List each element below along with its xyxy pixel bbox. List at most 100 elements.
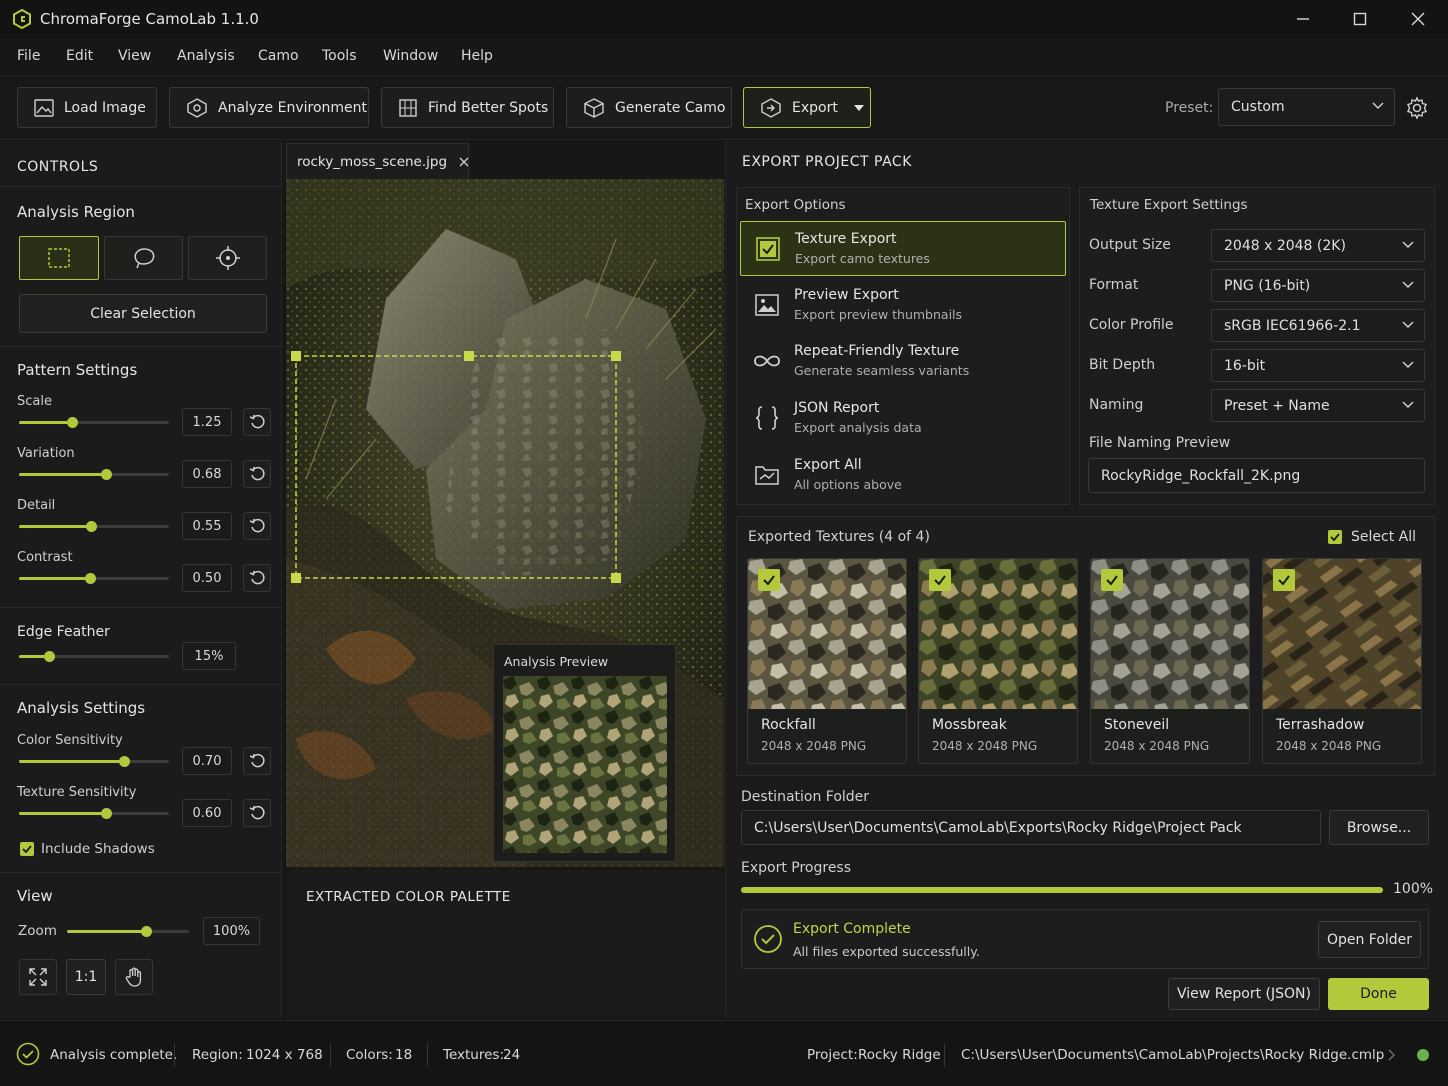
detail-value[interactable]: 0.55 <box>182 512 232 540</box>
texture-name: Mossbreak <box>932 717 1007 733</box>
texture-sensitivity-slider[interactable] <box>19 808 169 819</box>
option-subtitle: All options above <box>794 477 902 492</box>
contrast-slider[interactable] <box>19 573 169 584</box>
menu-camo[interactable]: Camo <box>258 48 299 64</box>
option-export-all[interactable]: Export All All options above <box>740 447 1066 502</box>
detail-slider[interactable] <box>19 521 169 532</box>
load-image-label: Load Image <box>64 99 146 116</box>
menu-view[interactable]: View <box>118 48 151 64</box>
texture-card-stoneveil[interactable]: Stoneveil 2048 x 2048 PNG <box>1090 558 1250 764</box>
menu-tools[interactable]: Tools <box>322 48 357 64</box>
pan-tool-button[interactable] <box>115 959 153 995</box>
image-tab[interactable]: rocky_moss_scene.jpg <box>286 143 469 179</box>
menu-analysis[interactable]: Analysis <box>177 48 235 64</box>
texture-size: 2048 x 2048 PNG <box>932 739 1038 753</box>
color-sensitivity-value[interactable]: 0.70 <box>182 747 232 775</box>
destination-path-field[interactable]: C:\Users\User\Documents\CamoLab\Exports\… <box>741 810 1321 845</box>
hand-icon <box>125 967 143 987</box>
status-textures-label: Textures: <box>443 1047 505 1063</box>
edge-feather-slider[interactable] <box>19 651 169 662</box>
lasso-select-tool[interactable] <box>104 236 183 280</box>
menu-bar: File Edit View Analysis Camo Tools Windo… <box>0 38 1448 76</box>
variation-slider[interactable] <box>19 469 169 480</box>
browse-button[interactable]: Browse... <box>1329 810 1429 845</box>
reset-icon <box>249 518 265 534</box>
rect-select-tool[interactable] <box>19 236 99 280</box>
open-folder-button[interactable]: Open Folder <box>1318 921 1421 958</box>
color-sensitivity-reset-button[interactable] <box>243 747 271 775</box>
view-report-button[interactable]: View Report (JSON) <box>1168 978 1320 1010</box>
texture-checkbox[interactable] <box>929 569 951 591</box>
variation-slider-knob[interactable] <box>101 469 112 480</box>
scale-value[interactable]: 1.25 <box>182 408 232 436</box>
menu-help[interactable]: Help <box>461 48 493 64</box>
clear-selection-button[interactable]: Clear Selection <box>19 294 267 333</box>
done-button[interactable]: Done <box>1328 978 1429 1010</box>
close-button[interactable] <box>1398 6 1438 32</box>
chevron-right-icon[interactable] <box>1388 1049 1396 1061</box>
naming-preview-field[interactable]: RockyRidge_Rockfall_2K.png <box>1088 458 1425 493</box>
scale-reset-button[interactable] <box>243 408 271 436</box>
edge-feather-value[interactable]: 15% <box>182 642 236 670</box>
color-sensitivity-slider-knob[interactable] <box>119 756 130 767</box>
export-complete-title: Export Complete <box>793 921 911 937</box>
variation-value[interactable]: 0.68 <box>182 460 232 488</box>
palette-panel: EXTRACTED COLOR PALETTE <box>288 870 724 1015</box>
menu-edit[interactable]: Edit <box>66 48 93 64</box>
lasso-icon <box>131 246 157 270</box>
export-progress-value: 100% <box>1393 881 1434 897</box>
option-preview-export[interactable]: Preview Export Export preview thumbnails <box>740 277 1066 332</box>
color-sensitivity-slider[interactable] <box>19 756 169 767</box>
texture-sensitivity-slider-knob[interactable] <box>101 808 112 819</box>
settings-gear-icon[interactable] <box>1405 96 1429 120</box>
option-texture-export[interactable]: Texture Export Export camo textures <box>740 221 1066 276</box>
zoom-slider[interactable] <box>67 926 189 937</box>
option-title: Repeat-Friendly Texture <box>794 343 960 359</box>
find-better-spots-button[interactable]: Find Better Spots <box>381 87 554 128</box>
fit-view-button[interactable] <box>19 959 57 995</box>
select-all-checkbox[interactable] <box>1328 530 1342 544</box>
contrast-value[interactable]: 0.50 <box>182 564 232 592</box>
color-profile-select[interactable]: sRGB IEC61966-2.1 <box>1211 309 1425 342</box>
zoom-slider-knob[interactable] <box>141 926 153 937</box>
detail-reset-button[interactable] <box>243 512 271 540</box>
menu-file[interactable]: File <box>17 48 40 64</box>
texture-checkbox[interactable] <box>1273 569 1295 591</box>
texture-card-terrashadow[interactable]: Terrashadow 2048 x 2048 PNG <box>1262 558 1422 764</box>
point-select-tool[interactable] <box>188 236 267 280</box>
naming-select[interactable]: Preset + Name <box>1211 389 1425 422</box>
texture-checkbox[interactable] <box>1101 569 1123 591</box>
preset-select[interactable]: Custom <box>1218 88 1395 126</box>
bit-depth-select[interactable]: 16-bit <box>1211 349 1425 382</box>
status-project-path: C:\Users\User\Documents\CamoLab\Projects… <box>961 1047 1385 1063</box>
detail-slider-knob[interactable] <box>86 521 97 532</box>
load-image-button[interactable]: Load Image <box>17 87 157 128</box>
option-json-report[interactable]: JSON Report Export analysis data <box>740 390 1066 445</box>
contrast-reset-button[interactable] <box>243 564 271 592</box>
contrast-slider-knob[interactable] <box>84 573 96 584</box>
edge-feather-slider-knob[interactable] <box>44 651 55 662</box>
actual-size-button[interactable]: 1:1 <box>66 959 106 995</box>
format-select[interactable]: PNG (16-bit) <box>1211 269 1425 302</box>
scale-slider-knob[interactable] <box>66 417 78 428</box>
option-repeat-friendly[interactable]: Repeat-Friendly Texture Generate seamless… <box>740 333 1066 388</box>
texture-card-rockfall[interactable]: Rockfall 2048 x 2048 PNG <box>747 558 907 764</box>
export-button[interactable]: Export <box>743 87 871 128</box>
include-shadows-checkbox[interactable] <box>20 842 34 856</box>
texture-sensitivity-reset-button[interactable] <box>243 799 271 827</box>
menu-window[interactable]: Window <box>383 48 438 64</box>
option-title: Texture Export <box>795 231 897 247</box>
maximize-button[interactable] <box>1340 6 1380 32</box>
variation-reset-button[interactable] <box>243 460 271 488</box>
chevron-down-icon <box>1402 320 1414 329</box>
zoom-value[interactable]: 100% <box>203 917 260 945</box>
close-tab-icon[interactable] <box>459 157 469 167</box>
minimize-button[interactable] <box>1283 6 1323 32</box>
scale-slider[interactable] <box>19 417 169 428</box>
texture-card-mossbreak[interactable]: Mossbreak 2048 x 2048 PNG <box>918 558 1078 764</box>
texture-sensitivity-value[interactable]: 0.60 <box>182 799 232 827</box>
texture-checkbox[interactable] <box>758 569 780 591</box>
analyze-environment-button[interactable]: Analyze Environment <box>169 87 369 128</box>
generate-camo-button[interactable]: Generate Camo <box>566 87 732 128</box>
output-size-select[interactable]: 2048 x 2048 (2K) <box>1211 229 1425 262</box>
